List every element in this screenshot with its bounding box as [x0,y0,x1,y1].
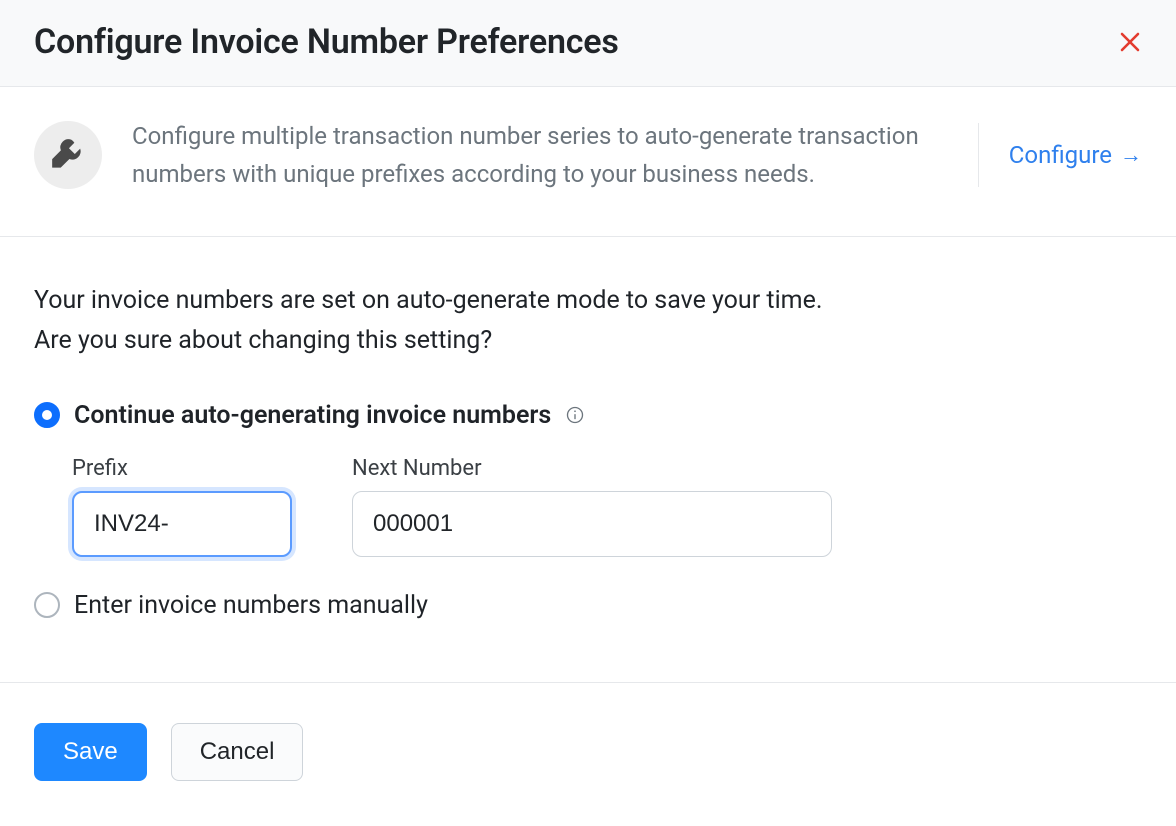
prefix-input[interactable] [72,491,292,557]
arrow-right-icon: → [1120,142,1142,168]
save-button[interactable]: Save [34,723,147,781]
dialog-footer: Save Cancel [0,682,1176,821]
radio-auto-generate[interactable] [34,402,60,428]
series-banner: Configure multiple transaction number se… [0,87,1176,237]
option-manual[interactable]: Enter invoice numbers manually [34,591,1142,620]
dialog-body: Your invoice numbers are set on auto-gen… [0,237,1176,682]
intro-line-2: Are you sure about changing this setting… [34,321,1142,361]
dialog-header: Configure Invoice Number Preferences [0,0,1176,87]
intro-text: Your invoice numbers are set on auto-gen… [34,281,1142,361]
wrench-icon [34,121,102,189]
banner-text: Configure multiple transaction number se… [132,117,948,194]
prefix-label: Prefix [72,456,292,481]
next-number-input[interactable] [352,491,832,557]
dialog-title: Configure Invoice Number Preferences [34,22,619,62]
cancel-button[interactable]: Cancel [171,723,304,781]
configure-link-label: Configure [1009,141,1112,169]
prefix-field-group: Prefix [72,456,292,557]
configure-link[interactable]: Configure → [1009,141,1142,169]
auto-generate-fields: Prefix Next Number [72,456,1142,557]
next-number-label: Next Number [352,456,832,481]
intro-line-1: Your invoice numbers are set on auto-gen… [34,281,1142,321]
close-icon[interactable] [1118,30,1142,54]
option-auto-label: Continue auto-generating invoice numbers [74,401,551,430]
banner-divider [978,123,979,187]
option-manual-label: Enter invoice numbers manually [74,591,428,620]
radio-manual[interactable] [34,592,60,618]
info-icon[interactable] [565,405,585,425]
next-number-field-group: Next Number [352,456,832,557]
option-auto-generate[interactable]: Continue auto-generating invoice numbers [34,401,1142,430]
